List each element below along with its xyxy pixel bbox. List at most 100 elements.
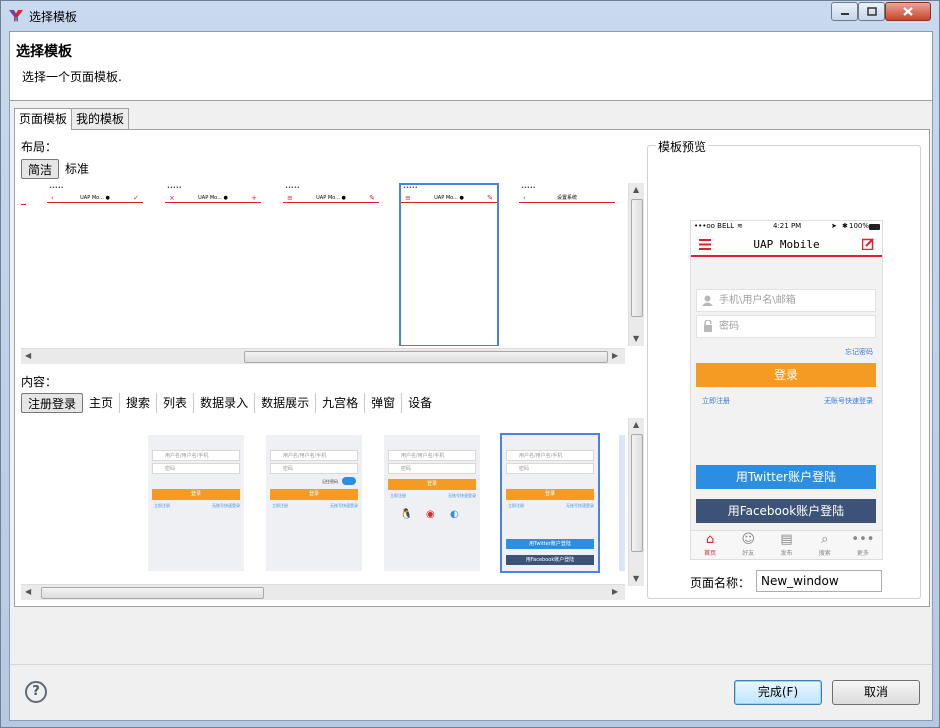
- layout-thumb-3[interactable]: ••••• ≡ UAP Mo... ● ✎: [283, 185, 379, 207]
- menu-icon: ≡: [405, 194, 411, 202]
- minimize-icon: [840, 12, 849, 15]
- page-name-input[interactable]: New_window: [756, 570, 882, 592]
- content-card-1[interactable]: 用户名/用户名/手机 密码 登录 立即注册 无账号快速登录: [148, 435, 244, 571]
- content-card-3[interactable]: 用户名/用户名/手机 密码 登录 立即注册 无账号快速登录 🐧 ◉ ◐: [384, 435, 480, 571]
- dialog-header: 选择模板 选择一个页面模板.: [10, 32, 932, 101]
- close-icon: [903, 7, 913, 16]
- layout-option-simple[interactable]: 简洁: [21, 159, 60, 179]
- phone-nav-title: UAP Mobile: [753, 238, 820, 251]
- content-option-popup[interactable]: 弹窗: [365, 393, 403, 413]
- more-icon: •••: [851, 532, 875, 547]
- scroll-left-icon[interactable]: ◀: [25, 351, 31, 360]
- user-icon: [702, 295, 713, 306]
- cancel-button[interactable]: 取消: [832, 680, 920, 705]
- dialog-client: 选择模板 选择一个页面模板. 页面模板 我的模板 布局： 简洁 标准 •••••…: [9, 31, 933, 721]
- content-horizontal-scrollbar[interactable]: ◀ ▶: [21, 584, 625, 600]
- scroll-up-icon[interactable]: ▲: [633, 185, 639, 194]
- finish-button[interactable]: 完成(F): [734, 680, 822, 705]
- mini-quick-login-link: 无账号快速登录: [566, 503, 594, 508]
- layout-vertical-scrollbar[interactable]: ▲ ▼: [628, 183, 644, 346]
- mini-facebook-button: 用Facebook账户登陆: [506, 555, 594, 565]
- scroll-thumb[interactable]: [244, 351, 608, 363]
- maximize-button[interactable]: [858, 2, 885, 21]
- template-preview-group: 模板预览 •••oo BELL ≋ 4:21 PM ➤ ✱ 100% UAP M…: [647, 138, 921, 599]
- window-title: 选择模板: [29, 10, 78, 24]
- scroll-down-icon[interactable]: ▼: [633, 574, 639, 583]
- layout-thumbnail-strip: ••••• ‹ UAP Mo... ● ✓ ••••• × UAP Mo... ● + …: [21, 183, 625, 346]
- phone-tab-home: ⌂ 首页: [691, 531, 729, 559]
- page-description: 选择一个页面模板.: [22, 70, 122, 84]
- scroll-thumb[interactable]: [631, 434, 643, 552]
- phone-preview: •••oo BELL ≋ 4:21 PM ➤ ✱ 100% UAP Mobile: [690, 220, 883, 560]
- content-option-data-entry[interactable]: 数据录入: [194, 393, 256, 413]
- layout-thumb-1[interactable]: ••••• ‹ UAP Mo... ● ✓: [47, 185, 143, 207]
- mini-password-field: 密码: [388, 463, 476, 474]
- mini-username-field: 用户名/用户名/手机: [152, 450, 240, 461]
- scroll-thumb[interactable]: [631, 199, 643, 317]
- bluetooth-icon: ✱: [842, 222, 848, 230]
- layout-thumb-4-selected[interactable]: ••••• ≡ UAP Mo... ● ✎: [399, 183, 499, 346]
- phone-password-field: 密码: [696, 315, 876, 338]
- content-card-2[interactable]: 用户名/用户名/手机 密码 记住密码 登录 立即注册 无账号快速登录: [266, 435, 362, 571]
- back-icon: ‹: [51, 194, 54, 202]
- content-thumbnail-strip: 用户名/用户名/手机 密码 登录 立即注册 无账号快速登录 用户名/用户名/手机…: [21, 418, 625, 586]
- mini-quick-login-link: 无账号快速登录: [330, 503, 358, 508]
- mini-nav-bar: ≡ UAP Mo... ● ✎: [401, 193, 497, 203]
- phone-login-button: 登录: [696, 363, 876, 387]
- content-option-register-login[interactable]: 注册登录: [21, 393, 84, 413]
- content-label: 内容：: [21, 375, 58, 389]
- content-option-data-display[interactable]: 数据展示: [255, 393, 317, 413]
- mini-register-link: 立即注册: [154, 503, 170, 508]
- mini-password-field: 密码: [270, 463, 358, 474]
- close-button[interactable]: [885, 2, 931, 21]
- page-name-label: 页面名称：: [690, 576, 751, 590]
- scroll-thumb[interactable]: [41, 587, 264, 599]
- content-option-home[interactable]: 主页: [83, 393, 121, 413]
- phone-username-field: 手机\用户名\邮箱: [696, 289, 876, 312]
- button-bar-separator: [10, 664, 932, 665]
- scroll-right-icon[interactable]: ▶: [612, 351, 618, 360]
- location-icon: ➤: [831, 222, 837, 230]
- edit-icon: ✎: [369, 194, 375, 202]
- content-option-search[interactable]: 搜索: [120, 393, 158, 413]
- minimize-button[interactable]: [831, 2, 858, 21]
- phone-tab-friends: ☺ 好友: [729, 531, 767, 559]
- layout-thumb-partial[interactable]: [21, 185, 26, 205]
- tab-page-templates[interactable]: 页面模板: [14, 108, 73, 130]
- phone-tab-bar: ⌂ 首页 ☺ 好友 ▤ 发布 ⌕ 搜索 ••• 更多: [691, 530, 882, 559]
- title-bar[interactable]: 选择模板: [1, 1, 939, 31]
- scroll-down-icon[interactable]: ▼: [633, 334, 639, 343]
- quick-login-link: 无账号快速登录: [824, 397, 873, 405]
- preview-label: 模板预览: [656, 138, 709, 155]
- lock-icon: [704, 320, 712, 332]
- wechat-icon: ◐: [450, 509, 459, 520]
- content-card-4-selected[interactable]: 用户名/用户名/手机 密码 登录 立即注册 无账号快速登录 用Twitter账户…: [500, 433, 600, 573]
- content-vertical-scrollbar[interactable]: ▲ ▼: [628, 418, 644, 586]
- battery-icon: [869, 224, 880, 230]
- layout-thumb-5[interactable]: ••••• ‹ 设置系统: [519, 185, 615, 207]
- mini-login-button: 登录: [152, 489, 240, 500]
- mini-remember-label: 记住密码: [322, 479, 338, 484]
- scroll-up-icon[interactable]: ▲: [633, 420, 639, 429]
- layout-option-standard[interactable]: 标准: [59, 159, 95, 179]
- mini-username-field: 用户名/用户名/手机: [270, 450, 358, 461]
- content-option-list[interactable]: 列表: [157, 393, 195, 413]
- mini-register-link: 立即注册: [390, 493, 406, 498]
- mini-status-bar: •••••: [49, 185, 64, 191]
- mini-quick-login-link: 无账号快速登录: [448, 493, 476, 498]
- scroll-left-icon[interactable]: ◀: [25, 587, 31, 596]
- phone-twitter-button: 用Twitter账户登陆: [696, 465, 876, 489]
- layout-horizontal-scrollbar[interactable]: ◀ ▶: [21, 348, 625, 364]
- tab-my-templates[interactable]: 我的模板: [71, 108, 130, 129]
- mini-nav-bar: × UAP Mo... ● +: [165, 193, 261, 203]
- content-option-device[interactable]: 设备: [402, 393, 438, 413]
- help-icon[interactable]: ?: [25, 681, 47, 703]
- scroll-right-icon[interactable]: ▶: [612, 587, 618, 596]
- layout-thumb-2[interactable]: ••••• × UAP Mo... ● +: [165, 185, 261, 207]
- content-card-partial[interactable]: [619, 435, 625, 571]
- page-title: 选择模板: [16, 44, 72, 60]
- mini-login-button: 登录: [388, 479, 476, 490]
- friends-icon: ☺: [741, 532, 756, 547]
- content-option-grid[interactable]: 九宫格: [316, 393, 366, 413]
- mini-login-button: 登录: [270, 489, 358, 500]
